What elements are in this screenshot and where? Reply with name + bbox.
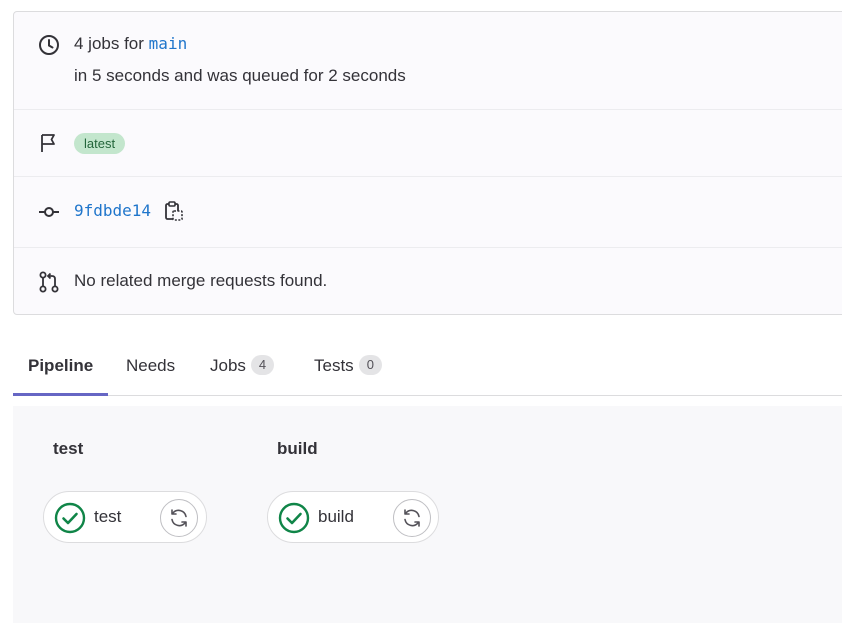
merge-request-row: No related merge requests found. — [14, 248, 842, 316]
tab-tests[interactable]: Tests 0 — [314, 338, 382, 396]
merge-requests-text: No related merge requests found. — [74, 271, 328, 290]
flag-icon — [38, 132, 60, 154]
badge-row: latest — [14, 110, 842, 177]
tab-label: Jobs — [210, 356, 246, 375]
tab-needs[interactable]: Needs — [126, 338, 175, 396]
stage-title-build: build — [277, 439, 318, 458]
commit-sha-link[interactable]: 9fdbde14 — [74, 201, 151, 220]
commit-row: 9fdbde14 — [14, 177, 842, 248]
pipeline-graph: test test build build — [13, 406, 842, 623]
pipeline-tabs: Pipeline Needs Jobs 4 Tests 0 — [13, 338, 842, 396]
tab-label: Tests — [314, 356, 354, 375]
commit-icon — [38, 201, 60, 223]
status-success-icon — [54, 502, 86, 534]
branch-link[interactable]: main — [149, 34, 188, 53]
tab-label: Needs — [126, 356, 176, 375]
copy-to-clipboard-icon[interactable] — [164, 200, 184, 222]
merge-request-icon — [38, 271, 60, 293]
status-success-icon — [278, 502, 310, 534]
jobs-count-text: 4 jobs for — [74, 34, 144, 53]
tests-count-badge: 0 — [358, 355, 382, 375]
clock-icon — [38, 34, 60, 56]
job-name: build — [318, 507, 354, 526]
retry-icon[interactable] — [160, 499, 198, 537]
pipeline-info-card: 4 jobs for main in 5 seconds and was que… — [13, 11, 842, 315]
jobs-count-badge: 4 — [250, 355, 275, 375]
job-test[interactable]: test — [43, 491, 207, 543]
duration-row: 4 jobs for main in 5 seconds and was que… — [14, 12, 842, 110]
tab-label: Pipeline — [28, 356, 94, 375]
job-name: test — [94, 507, 122, 526]
retry-icon[interactable] — [393, 499, 431, 537]
job-build[interactable]: build — [267, 491, 439, 543]
tab-pipeline[interactable]: Pipeline — [13, 338, 109, 396]
stage-title-test: test — [53, 439, 84, 458]
tab-jobs[interactable]: Jobs 4 — [210, 338, 275, 396]
latest-badge[interactable]: latest — [74, 133, 126, 154]
duration-text: in 5 seconds and was queued for 2 second… — [74, 66, 406, 85]
jobs-summary: 4 jobs for main — [74, 34, 187, 54]
